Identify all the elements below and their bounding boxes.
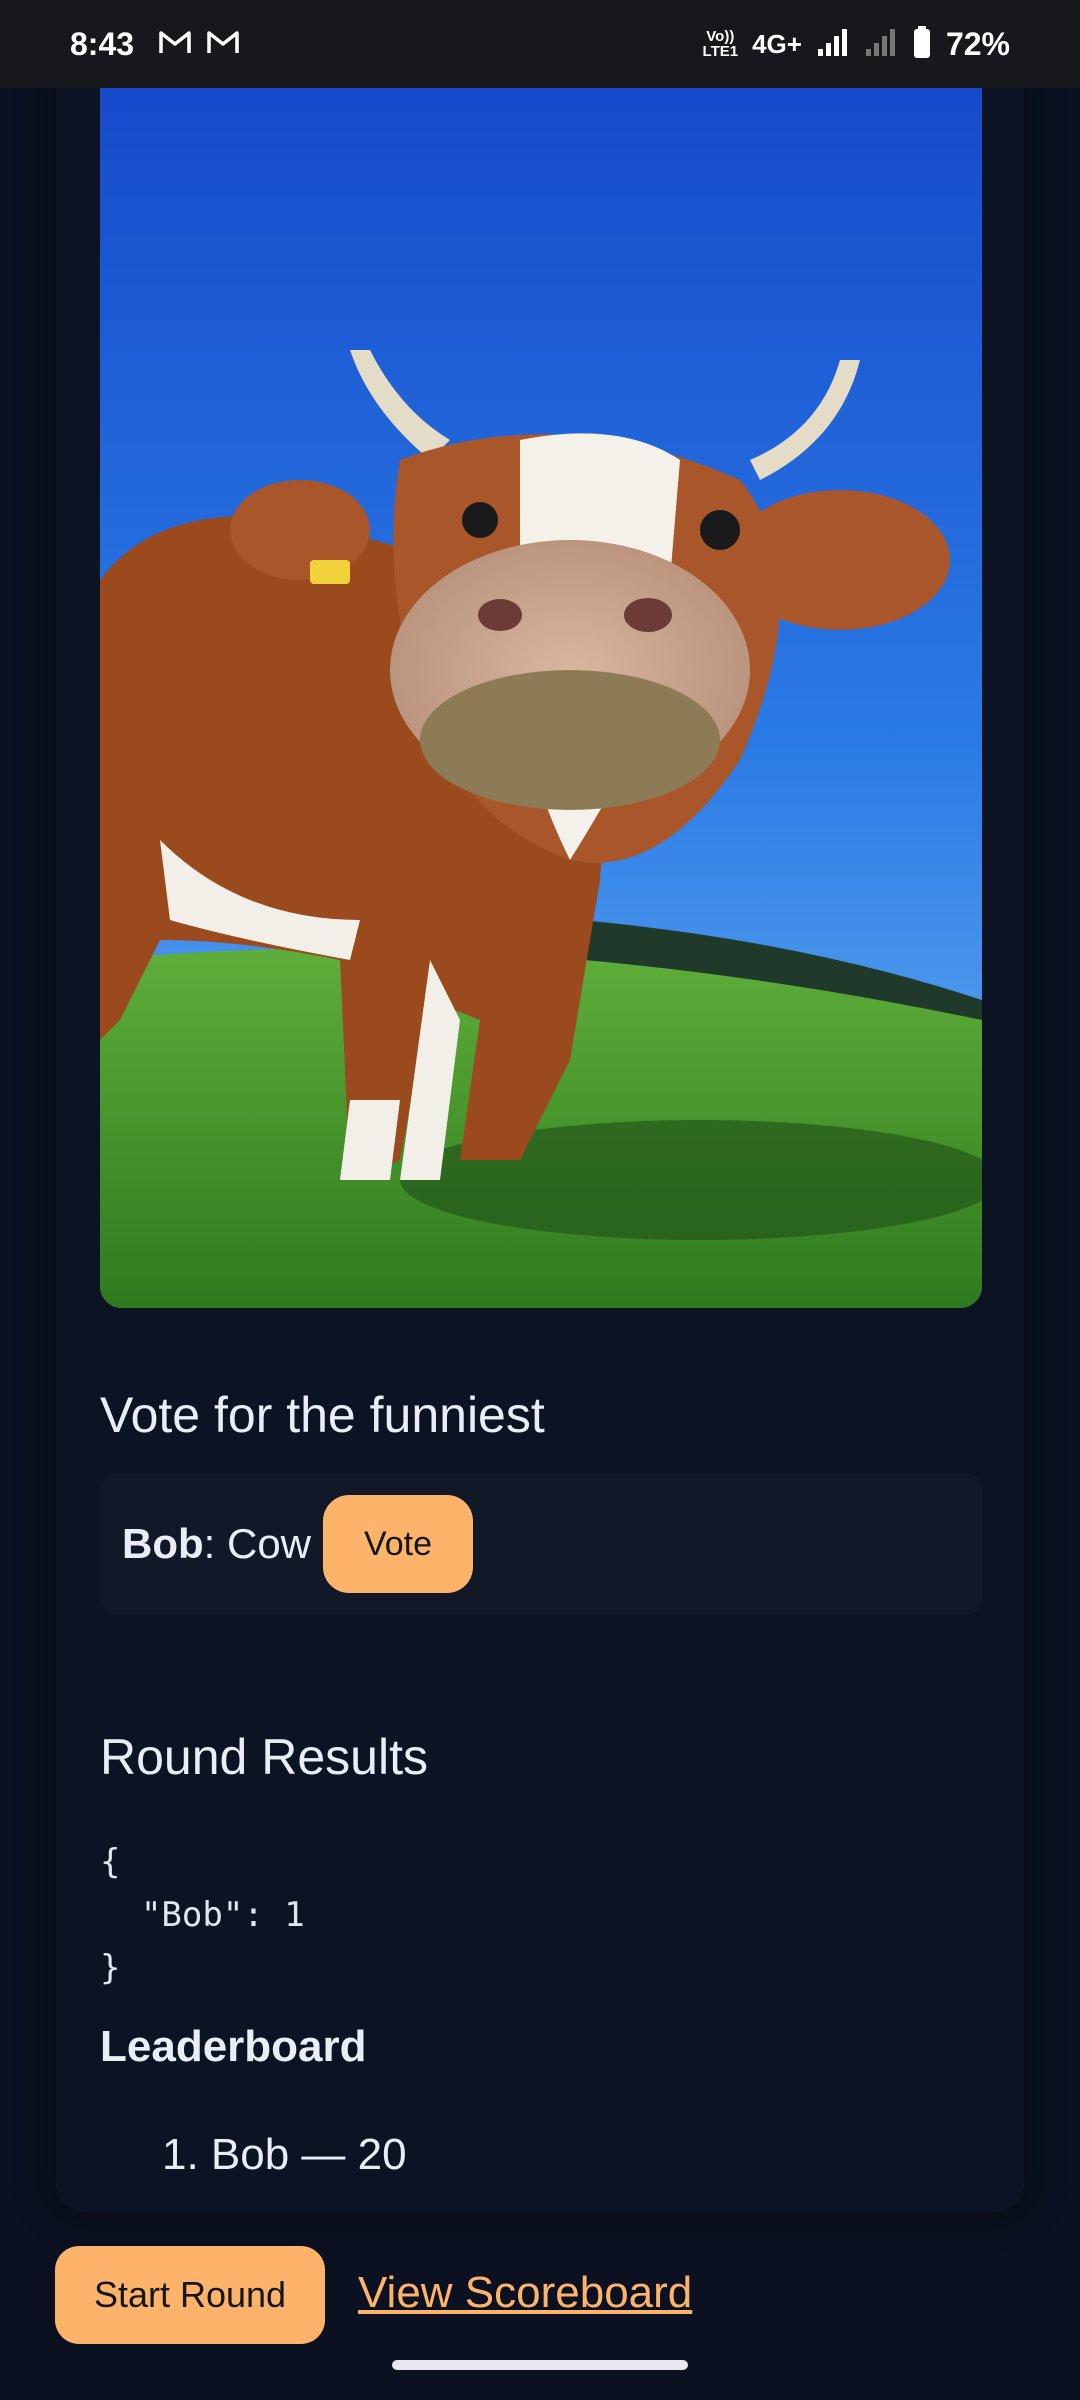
- battery-percent: 72%: [945, 25, 1010, 62]
- game-card: Vote for the funniest Bob : Cow Vote Rou…: [56, 60, 1024, 2212]
- vote-button[interactable]: Vote: [323, 1495, 474, 1593]
- leaderboard-entry: 1. Bob — 20: [162, 2130, 407, 2179]
- status-time: 8:43: [70, 25, 135, 62]
- view-scoreboard-link[interactable]: View Scoreboard: [358, 2268, 692, 2318]
- home-indicator[interactable]: [392, 2360, 688, 2370]
- vote-heading: Vote for the funniest: [100, 1387, 545, 1443]
- option-player-name: Bob: [122, 1520, 204, 1567]
- gmail-icon: [158, 29, 192, 60]
- round-results-json: { "Bob": 1 }: [100, 1842, 305, 1988]
- status-left: 8:43: [70, 26, 240, 63]
- round-results-heading: Round Results: [100, 1729, 428, 1785]
- status-right: Vo)) LTE1 4G+ 72%: [703, 25, 1010, 64]
- option-caption: : Cow: [203, 1520, 312, 1567]
- start-round-button[interactable]: Start Round: [55, 2246, 325, 2344]
- leaderboard-heading: Leaderboard: [100, 2022, 367, 2071]
- network-type: 4G+: [752, 28, 802, 59]
- signal-weak-icon: [864, 27, 898, 62]
- signal-icon: [816, 27, 850, 62]
- battery-icon: [912, 25, 932, 64]
- gmail-icon: [206, 29, 240, 60]
- vote-option: Bob : Cow Vote: [100, 1474, 982, 1614]
- cow-photo: [100, 60, 982, 1308]
- volte-indicator: Vo)) LTE1: [702, 28, 739, 60]
- status-bar: 8:43 Vo)) LTE1 4G+ 72%: [0, 0, 1080, 88]
- leaderboard-list: 1. Bob — 20: [162, 2130, 407, 2180]
